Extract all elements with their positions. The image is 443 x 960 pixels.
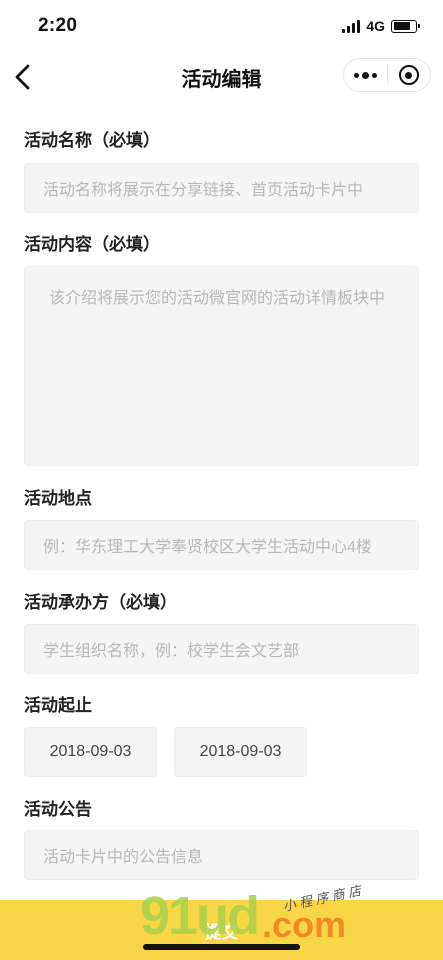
submit-label: 提交 [204, 922, 239, 942]
content-textarea[interactable]: 该介绍将展示您的活动微官网的活动详情板块中 [24, 266, 419, 466]
organizer-label: 活动承办方（必填） [24, 593, 177, 612]
close-miniprogram-button[interactable] [388, 59, 431, 91]
period-label: 活动起止 [24, 696, 92, 715]
notice-placeholder: 活动卡片中的公告信息 [43, 849, 204, 866]
notice-label: 活动公告 [24, 800, 92, 819]
battery-icon [391, 19, 420, 33]
name-placeholder: 活动名称将展示在分享链接、首页活动卡片中 [43, 182, 364, 199]
end-date-picker[interactable]: 2018-09-03 [174, 727, 307, 777]
end-date-value: 2018-09-03 [199, 743, 282, 760]
organizer-placeholder: 学生组织名称，例：校学生会文艺部 [43, 643, 300, 660]
submit-button[interactable]: 提交 [0, 900, 443, 960]
status-indicators: 4G [342, 18, 420, 34]
miniprogram-capsule [343, 58, 431, 92]
content-placeholder: 该介绍将展示您的活动微官网的活动详情板块中 [49, 290, 386, 307]
back-button[interactable] [8, 62, 38, 92]
page-title: 活动编辑 [181, 68, 262, 91]
more-icon [353, 71, 377, 79]
nav-bar: 活动编辑 [0, 52, 443, 102]
chevron-left-icon [15, 64, 30, 90]
start-date-picker[interactable]: 2018-09-03 [24, 727, 157, 777]
name-input[interactable]: 活动名称将展示在分享链接、首页活动卡片中 [24, 163, 419, 213]
signal-icon [342, 19, 361, 33]
location-input[interactable]: 例：华东理工大学奉贤校区大学生活动中心4楼 [24, 520, 419, 570]
more-button[interactable] [344, 59, 387, 91]
network-type: 4G [366, 18, 385, 34]
notice-input[interactable]: 活动卡片中的公告信息 [24, 830, 419, 880]
location-placeholder: 例：华东理工大学奉贤校区大学生活动中心4楼 [43, 539, 372, 556]
organizer-input[interactable]: 学生组织名称，例：校学生会文艺部 [24, 624, 419, 674]
home-indicator [143, 944, 300, 950]
content-label: 活动内容（必填） [24, 235, 160, 254]
status-bar: 2:20 4G [0, 0, 443, 52]
location-label: 活动地点 [24, 489, 92, 508]
start-date-value: 2018-09-03 [49, 743, 132, 760]
status-time: 2:20 [38, 15, 78, 36]
name-label: 活动名称（必填） [24, 131, 160, 150]
target-icon [398, 65, 419, 85]
